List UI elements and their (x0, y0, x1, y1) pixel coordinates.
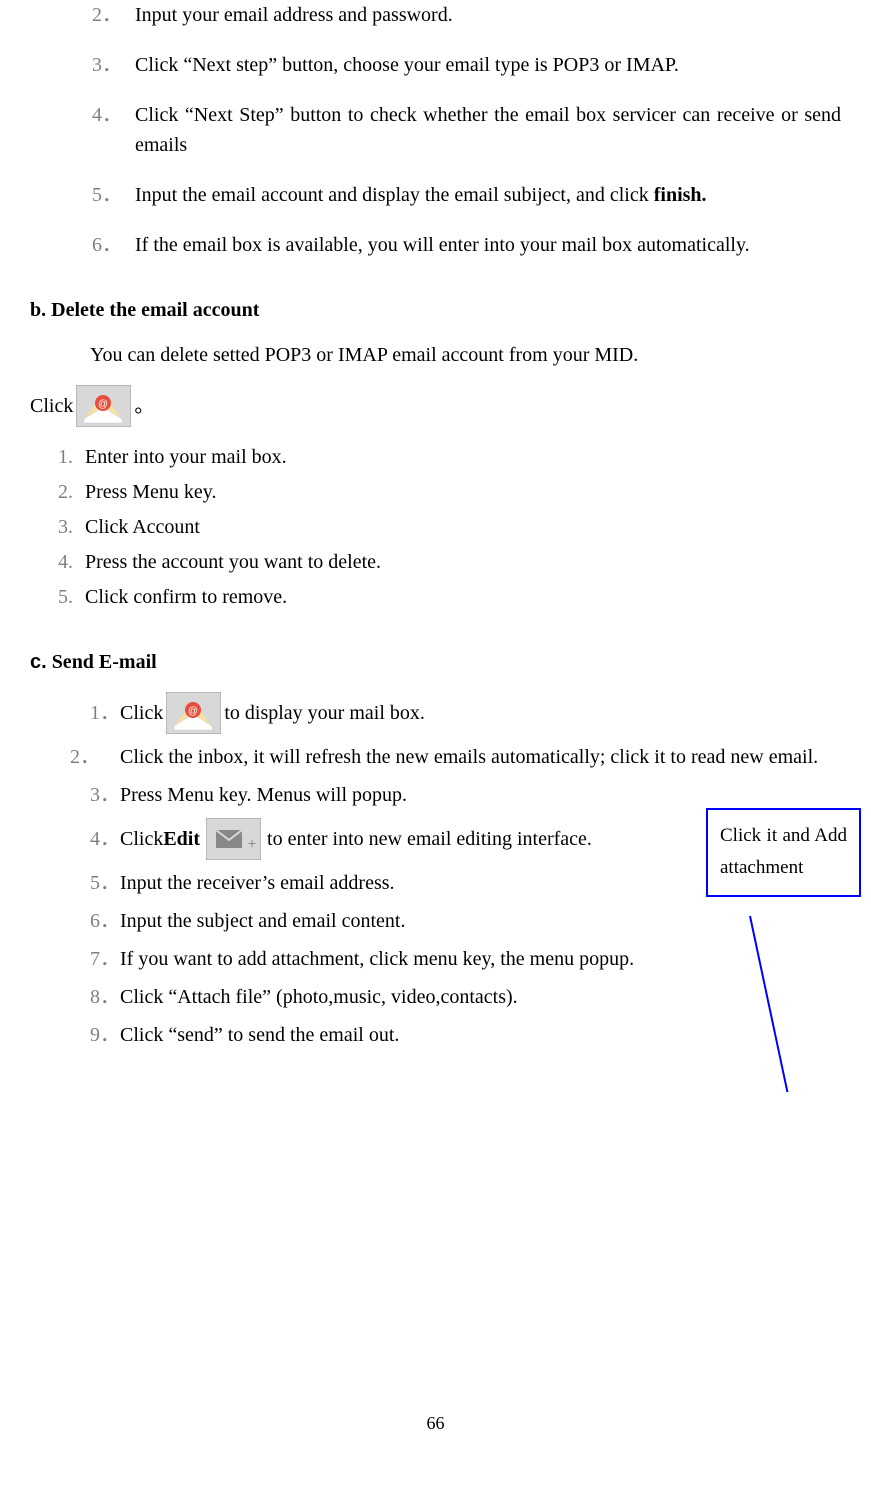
svg-text:@: @ (98, 399, 108, 410)
list-item: 7． If you want to add attachment, click … (120, 944, 841, 974)
svg-text:@: @ (188, 706, 198, 717)
item-number: 3. (58, 512, 73, 542)
list-item: 2． Click the inbox, it will refresh the … (120, 742, 841, 772)
item-number: 2． (90, 742, 100, 772)
item-post: to display your mail box. (224, 698, 425, 728)
list-item: 8． Click “Attach file” (photo,music, vid… (120, 982, 841, 1012)
list-item: 1． Click @ to display your mail box. (120, 692, 841, 734)
item-number: 4. (58, 547, 73, 577)
item-bold: finish. (654, 184, 707, 206)
section-c-heading: c. Send E-mail (30, 647, 841, 677)
item-number: 3． (92, 50, 122, 80)
item-number: 6． (90, 906, 120, 936)
list-item: 4． Click “Next Step” button to check whe… (135, 100, 841, 160)
list-item: 6． Input the subject and email content. (120, 906, 841, 936)
item-text: Press Menu key. Menus will popup. (120, 784, 407, 806)
section-b-list: 1. Enter into your mail box. 2. Press Me… (30, 442, 841, 612)
list-item: 4. Press the account you want to delete. (85, 547, 841, 577)
item-number: 5. (58, 582, 73, 612)
item-text: Enter into your mail box. (85, 446, 287, 468)
item-text: Click “Next step” button, choose your em… (135, 54, 679, 76)
item-number: 3． (90, 780, 120, 810)
section-a-list: 2． Input your email address and password… (30, 0, 841, 260)
item-text: Click “Attach file” (photo,music, video,… (120, 986, 518, 1008)
item-text: Input the email account and display the … (135, 184, 654, 206)
item-text: Click the inbox, it will refresh the new… (120, 746, 818, 768)
compose-email-icon: + (206, 818, 261, 860)
item-text: Click “Next Step” button to check whethe… (135, 104, 841, 156)
item-pre: Click (120, 698, 163, 728)
item-bold: Edit (163, 824, 200, 854)
item-text: Input the receiver’s email address. (120, 872, 395, 894)
item-pre: Click (120, 824, 163, 854)
list-item: 5． Input the email account and display t… (135, 180, 841, 210)
callout-box: Click it and Add attachment (706, 808, 861, 897)
item-post: to enter into new email editing interfac… (267, 824, 592, 854)
item-number: 4． (92, 100, 122, 130)
list-item: 3． Click “Next step” button, choose your… (135, 50, 841, 80)
item-number: 4． (90, 824, 120, 854)
item-number: 5． (90, 868, 120, 898)
item-text: Press the account you want to delete. (85, 551, 381, 573)
list-item: 2． Input your email address and password… (135, 0, 841, 30)
heading-prefix: c. (30, 651, 47, 673)
item-number: 8． (90, 982, 120, 1012)
list-item: 9． Click “send” to send the email out. (120, 1020, 841, 1050)
heading-main: Send E-mail (47, 651, 157, 673)
item-text: Click Account (85, 516, 200, 538)
callout-text: Click it and Add attachment (720, 825, 847, 878)
click-row: Click @ 。 (30, 385, 841, 427)
list-item: 3. Click Account (85, 512, 841, 542)
list-item: 3． Press Menu key. Menus will popup. (120, 780, 841, 810)
email-app-icon: @ (166, 692, 221, 734)
item-number: 9． (90, 1020, 120, 1050)
click-label: Click (30, 391, 73, 421)
list-item: 6． If the email box is available, you wi… (135, 230, 841, 260)
item-text: If you want to add attachment, click men… (120, 948, 634, 970)
item-text: Click “send” to send the email out. (120, 1024, 399, 1046)
page-number: 66 (0, 1410, 871, 1437)
item-number: 6． (92, 230, 122, 260)
period-char: 。 (134, 391, 154, 421)
section-b-heading: b. Delete the email account (30, 295, 841, 325)
item-text: Press Menu key. (85, 481, 216, 503)
item-text: Input the subject and email content. (120, 910, 405, 932)
item-text: Input your email address and password. (135, 4, 453, 26)
svg-text:+: + (248, 835, 256, 851)
list-item: 5. Click confirm to remove. (85, 582, 841, 612)
item-number: 5． (92, 180, 122, 210)
email-app-icon: @ (76, 385, 131, 427)
item-text: Click confirm to remove. (85, 586, 287, 608)
item-number: 2. (58, 477, 73, 507)
item-number: 1. (58, 442, 73, 472)
item-number: 1． (90, 698, 120, 728)
list-item: 2. Press Menu key. (85, 477, 841, 507)
list-item: 1. Enter into your mail box. (85, 442, 841, 472)
section-b-intro: You can delete setted POP3 or IMAP email… (90, 340, 841, 370)
item-text: If the email box is available, you will … (135, 234, 750, 256)
item-number: 2． (92, 0, 122, 30)
item-number: 7． (90, 944, 120, 974)
